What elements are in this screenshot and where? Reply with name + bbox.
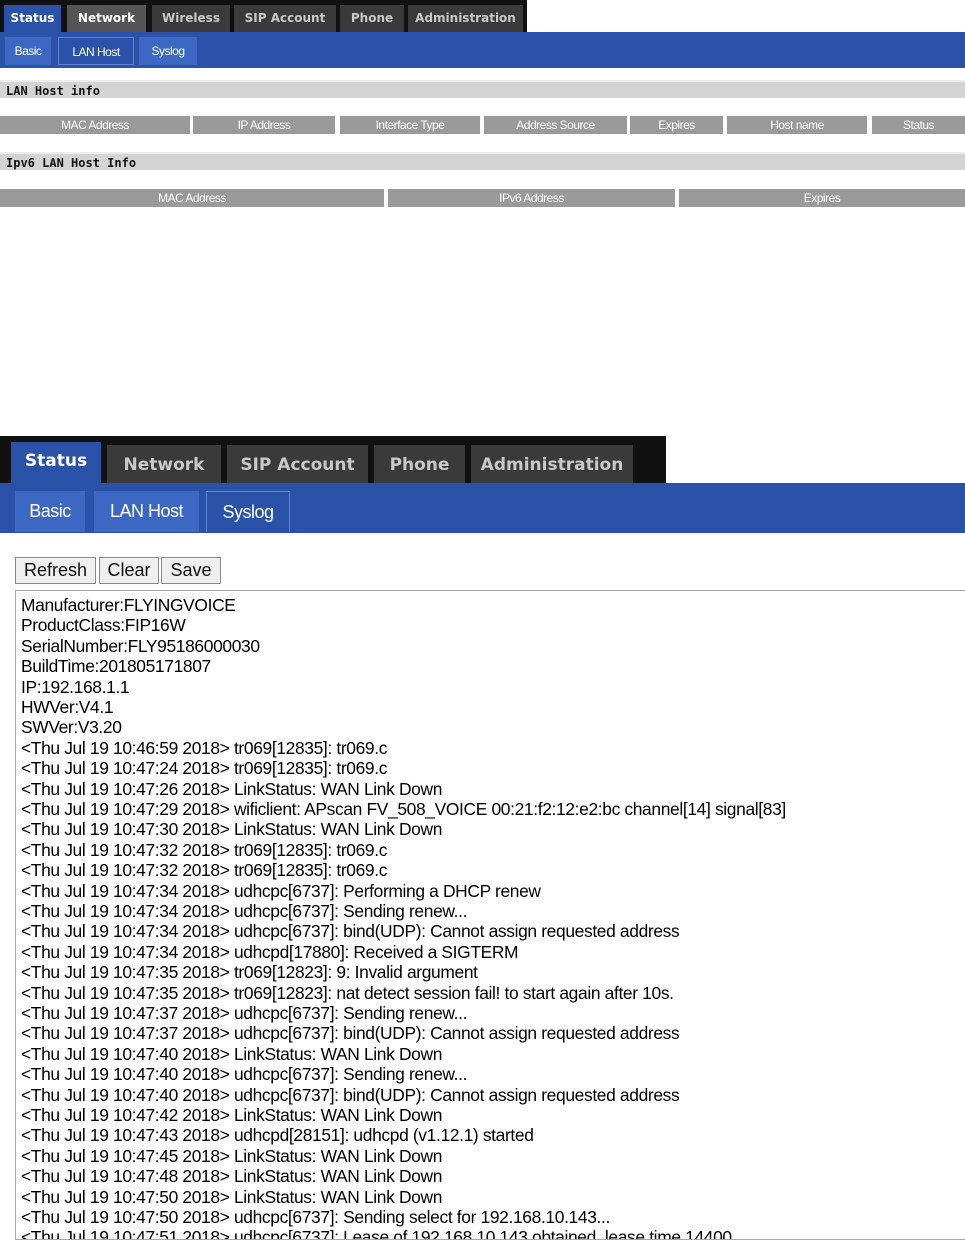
sub-nav-bar: Basic LAN Host Syslog [0, 32, 965, 68]
syslog-line: <Thu Jul 19 10:47:32 2018> tr069[12835]:… [21, 839, 388, 860]
syslog-line: <Thu Jul 19 10:47:40 2018> LinkStatus: W… [21, 1043, 443, 1064]
syslog-line: <Thu Jul 19 10:47:42 2018> LinkStatus: W… [21, 1105, 443, 1125]
col-ipv6-expires: Expires [679, 189, 965, 207]
syslog-line: IP:192.168.1.1 [21, 676, 130, 697]
syslog-line: <Thu Jul 19 10:47:35 2018> tr069[12823]:… [21, 962, 478, 983]
syslog-line: <Thu Jul 19 10:47:40 2018> udhcpc[6737]:… [21, 1064, 468, 1085]
syslog-line: <Thu Jul 19 10:47:50 2018> udhcpc[6737]:… [21, 1207, 610, 1227]
subtab-basic[interactable]: Basic [5, 37, 51, 65]
tab-status[interactable]: Status [4, 5, 61, 32]
tab-phone[interactable]: Phone [340, 5, 404, 32]
lan-host-page: Status Network Wireless SIP Account Phon… [0, 0, 965, 215]
syslog-line: <Thu Jul 19 10:47:26 2018> LinkStatus: W… [21, 778, 443, 799]
col-mac-address: MAC Address [0, 116, 190, 134]
sub-nav-bar: Basic LAN Host Syslog [0, 483, 965, 533]
syslog-line: <Thu Jul 19 10:47:45 2018> LinkStatus: W… [21, 1145, 443, 1166]
tab-sip-account[interactable]: SIP Account [234, 5, 336, 32]
syslog-line: ProductClass:FIP16W [21, 615, 186, 636]
col-ipv6-address: IPv6 Address [388, 189, 675, 207]
tab-administration[interactable]: Administration [408, 5, 523, 32]
subtab-syslog[interactable]: Syslog [206, 491, 290, 532]
subtab-lan-host[interactable]: LAN Host [94, 491, 199, 532]
syslog-line: <Thu Jul 19 10:47:40 2018> udhcpc[6737]:… [21, 1084, 680, 1105]
syslog-textarea[interactable]: Manufacturer:FLYINGVOICE ProductClass:FIP… [15, 590, 965, 1240]
syslog-line: <Thu Jul 19 10:47:35 2018> tr069[12823]:… [21, 982, 674, 1003]
syslog-line: <Thu Jul 19 10:47:34 2018> udhcpc[6737]:… [21, 921, 680, 942]
clear-button[interactable]: Clear [99, 557, 159, 584]
syslog-line: HWVer:V4.1 [21, 697, 114, 717]
syslog-line: SerialNumber:FLY95186000030 [21, 635, 260, 656]
col-status: Status [872, 116, 965, 134]
syslog-line: <Thu Jul 19 10:46:59 2018> tr069[12835]:… [21, 737, 388, 758]
syslog-line: <Thu Jul 19 10:47:32 2018> tr069[12835]:… [21, 860, 388, 881]
syslog-line: <Thu Jul 19 10:47:34 2018> udhcpc[6737]:… [21, 880, 541, 901]
syslog-line: <Thu Jul 19 10:47:29 2018> wificlient: A… [21, 799, 786, 819]
tab-network[interactable]: Network [67, 5, 146, 32]
main-nav-bar: Status Network SIP Account Phone Adminis… [0, 436, 666, 483]
syslog-line: <Thu Jul 19 10:47:37 2018> udhcpc[6737]:… [21, 1003, 468, 1023]
main-nav-bar: Status Network Wireless SIP Account Phon… [0, 0, 527, 32]
syslog-line: <Thu Jul 19 10:47:34 2018> udhcpd[17880]… [21, 941, 519, 962]
col-ip-address: IP Address [193, 116, 335, 134]
col-ipv6-mac-address: MAC Address [0, 189, 384, 207]
subtab-basic[interactable]: Basic [15, 491, 85, 532]
lan-host-section-title: LAN Host info [0, 80, 965, 98]
syslog-page: Status Network SIP Account Phone Adminis… [0, 436, 965, 1240]
col-expires: Expires [630, 116, 723, 134]
save-button[interactable]: Save [161, 557, 221, 584]
syslog-line: BuildTime:201805171807 [21, 656, 211, 677]
tab-status[interactable]: Status [11, 442, 101, 483]
tab-network[interactable]: Network [107, 445, 221, 483]
col-host-name: Host name [727, 116, 867, 134]
tab-wireless[interactable]: Wireless [152, 5, 230, 32]
col-address-source: Address Source [484, 116, 627, 134]
syslog-line: <Thu Jul 19 10:47:43 2018> udhcpd[28151]… [21, 1125, 534, 1146]
col-interface-type: Interface Type [340, 116, 480, 134]
syslog-line: <Thu Jul 19 10:47:30 2018> LinkStatus: W… [21, 819, 443, 840]
syslog-line: <Thu Jul 19 10:47:34 2018> udhcpc[6737]:… [21, 901, 468, 921]
syslog-line: SWVer:V3.20 [21, 717, 122, 738]
subtab-lan-host[interactable]: LAN Host [58, 37, 134, 65]
syslog-line: <Thu Jul 19 10:47:24 2018> tr069[12835]:… [21, 758, 388, 779]
syslog-line: <Thu Jul 19 10:47:48 2018> LinkStatus: W… [21, 1166, 443, 1187]
syslog-line: <Thu Jul 19 10:47:37 2018> udhcpc[6737]:… [21, 1023, 680, 1044]
syslog-line: Manufacturer:FLYINGVOICE [21, 595, 236, 615]
tab-sip-account[interactable]: SIP Account [227, 445, 368, 483]
refresh-button[interactable]: Refresh [15, 557, 96, 584]
syslog-line: <Thu Jul 19 10:47:50 2018> LinkStatus: W… [21, 1186, 443, 1207]
tab-phone[interactable]: Phone [374, 445, 465, 483]
subtab-syslog[interactable]: Syslog [139, 37, 197, 65]
ipv6-section-title: Ipv6 LAN Host Info [0, 152, 965, 170]
tab-administration[interactable]: Administration [471, 445, 633, 483]
